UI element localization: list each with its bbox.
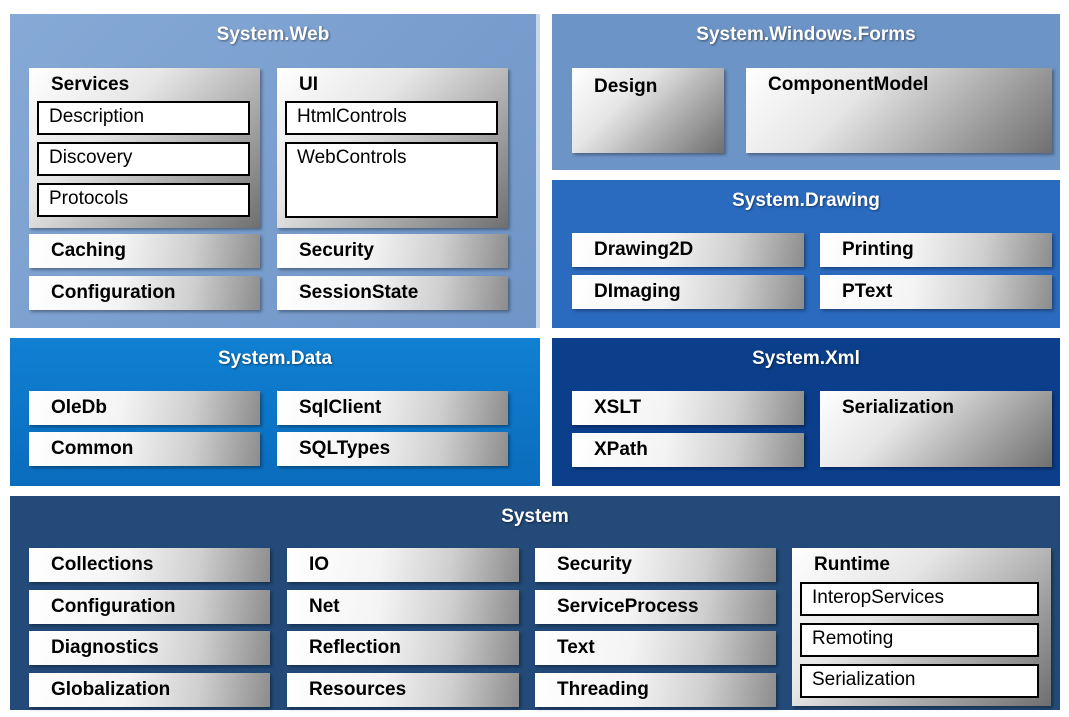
xml-xpath-box: XPath [572,433,804,467]
xml-xslt-box: XSLT [572,391,804,425]
data-sqltypes-box: SQLTypes [277,432,508,466]
drawing-printing-box: Printing [820,233,1052,267]
system-resources-box: Resources [287,673,519,707]
services-title: Services [51,74,130,95]
data-oledb-box: OleDb [29,391,260,425]
system-configuration-box: Configuration [29,590,270,624]
system-panel: System Collections Configuration Diagnos… [10,496,1060,710]
web-caching-box: Caching [29,234,260,268]
drawing-dimaging-box: DImaging [572,275,804,309]
system-diagnostics-box: Diagnostics [29,631,270,665]
web-security-box: Security [277,234,508,268]
system-serviceprocess-box: ServiceProcess [535,590,776,624]
system-reflection-box: Reflection [287,631,519,665]
system-web-title: System.Web [216,24,330,45]
runtime-title: Runtime [814,554,890,575]
forms-design-box: Design [572,68,724,153]
system-windows-forms-title: System.Windows.Forms [696,24,916,45]
system-net-box: Net [287,590,519,624]
system-drawing-panel: System.Drawing Drawing2D Printing DImagi… [552,180,1060,328]
web-configuration-box: Configuration [29,276,260,310]
ui-webcontrols: WebControls [285,142,498,218]
system-collections-box: Collections [29,548,270,582]
system-windows-forms-panel: System.Windows.Forms Design ComponentMod… [552,14,1060,170]
runtime-remoting: Remoting [800,623,1039,657]
system-security-box: Security [535,548,776,582]
ui-htmlcontrols: HtmlControls [285,101,498,135]
drawing-ptext-box: PText [820,275,1052,309]
system-data-panel: System.Data OleDb SqlClient Common SQLTy… [10,338,540,486]
forms-componentmodel-box: ComponentModel [746,68,1052,153]
runtime-interopservices: InteropServices [800,582,1039,616]
system-data-title: System.Data [217,348,333,369]
web-sessionstate-box: SessionState [277,276,508,310]
system-title: System [501,506,569,527]
system-web-panel: System.Web Services Description Discover… [10,14,540,328]
system-text-box: Text [535,631,776,665]
services-description: Description [37,101,250,135]
ui-title: UI [299,74,318,95]
services-protocols: Protocols [37,183,250,217]
xml-serialization-box: Serialization [820,391,1052,467]
drawing-drawing2d-box: Drawing2D [572,233,804,267]
system-globalization-box: Globalization [29,673,270,707]
system-drawing-title: System.Drawing [732,190,880,211]
data-common-box: Common [29,432,260,466]
runtime-serialization: Serialization [800,664,1039,698]
system-io-box: IO [287,548,519,582]
services-discovery: Discovery [37,142,250,176]
system-xml-panel: System.Xml XSLT Serialization XPath [552,338,1060,486]
system-xml-title: System.Xml [752,348,860,369]
data-sqlclient-box: SqlClient [277,391,508,425]
system-threading-box: Threading [535,673,776,707]
